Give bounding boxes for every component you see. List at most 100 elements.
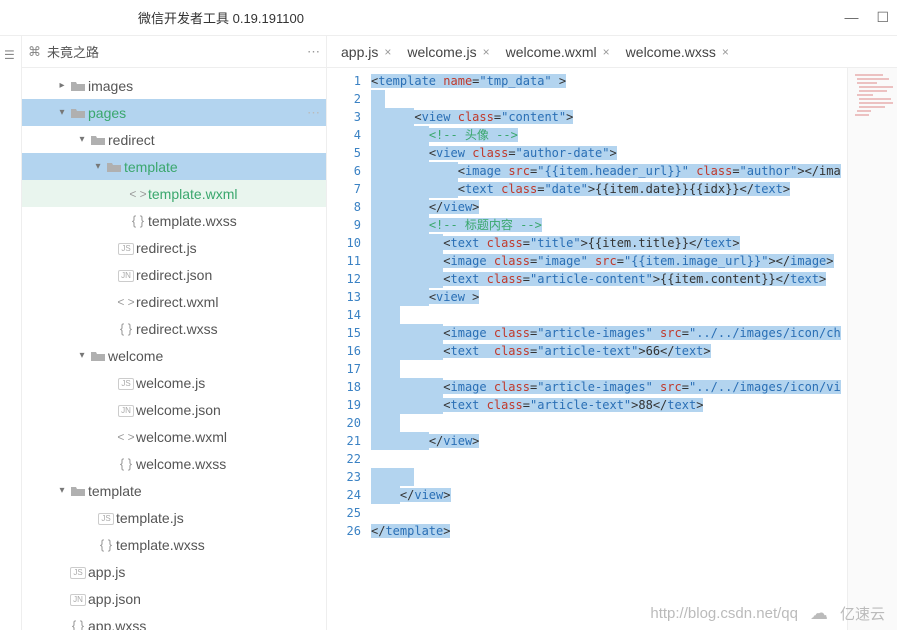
code-line[interactable]: <image class="image" src="{{item.image_u… — [371, 252, 847, 270]
code-line[interactable] — [371, 306, 847, 324]
code-line[interactable]: <text class="date">{{item.date}}{{idx}}<… — [371, 180, 847, 198]
code-line[interactable]: <text class="article-text">88</text> — [371, 396, 847, 414]
explorer-icon: ⌘ — [28, 44, 41, 60]
line-number: 7 — [327, 180, 361, 198]
code-line[interactable] — [371, 360, 847, 378]
tab-welcome-wxss[interactable]: welcome.wxss× — [618, 36, 737, 68]
chevron-icon: ▾ — [92, 161, 104, 172]
file-name: template.js — [116, 510, 184, 526]
line-number: 8 — [327, 198, 361, 216]
code-line[interactable]: <image class="article-images" src="../..… — [371, 324, 847, 342]
tab-welcome-js[interactable]: welcome.js× — [399, 36, 497, 68]
code-line[interactable]: <view > — [371, 288, 847, 306]
editor-area: app.js×welcome.js×welcome.wxml×welcome.w… — [327, 36, 897, 630]
tree-item-redirect-wxss[interactable]: { }redirect.wxss — [22, 315, 326, 342]
tree-item-app-json[interactable]: JNapp.json — [22, 585, 326, 612]
file-name: template — [88, 483, 142, 499]
code-line[interactable]: </template> — [371, 522, 847, 540]
app-title: 微信开发者工具 0.19.191100 — [138, 8, 304, 27]
code-line[interactable]: <image class="article-images" src="../..… — [371, 378, 847, 396]
explorer-gutter-icon[interactable]: ☰ — [4, 48, 17, 62]
file-tree[interactable]: ▸images▾pages⋯▾redirect▾template< >templ… — [22, 68, 326, 630]
file-icon: < > — [116, 430, 136, 444]
close-icon[interactable]: × — [384, 45, 391, 59]
code-editor[interactable]: 1234567891011121314151617181920212223242… — [327, 68, 897, 630]
tree-item-welcome-js[interactable]: JSwelcome.js — [22, 369, 326, 396]
file-name: welcome.json — [136, 402, 221, 418]
file-icon: { } — [128, 213, 148, 228]
code-line[interactable] — [371, 414, 847, 432]
line-number: 5 — [327, 144, 361, 162]
code-line[interactable] — [371, 450, 847, 468]
tree-item-pages[interactable]: ▾pages⋯ — [22, 99, 326, 126]
sidebar-header[interactable]: ⌘ 未竟之路 ⋯ — [22, 36, 326, 68]
tree-item-welcome-wxss[interactable]: { }welcome.wxss — [22, 450, 326, 477]
line-number: 15 — [327, 324, 361, 342]
file-icon: JS — [96, 510, 116, 525]
sidebar-more-icon[interactable]: ⋯ — [307, 44, 320, 60]
tree-item-redirect-json[interactable]: JNredirect.json — [22, 261, 326, 288]
tree-item-redirect-wxml[interactable]: < >redirect.wxml — [22, 288, 326, 315]
minimap[interactable] — [847, 68, 897, 630]
watermark: http://blog.csdn.net/qq ☁ 亿速云 — [650, 603, 885, 624]
code-line[interactable] — [371, 90, 847, 108]
code-line[interactable]: <template name="tmp_data" > — [371, 72, 847, 90]
file-icon: < > — [128, 187, 148, 201]
code-line[interactable]: </view> — [371, 432, 847, 450]
code-line[interactable]: </view> — [371, 198, 847, 216]
code-line[interactable]: <!-- 标题内容 --> — [371, 216, 847, 234]
maximize-icon[interactable]: ☐ — [876, 9, 889, 26]
tab-app-js[interactable]: app.js× — [333, 36, 399, 68]
file-icon: { } — [116, 456, 136, 471]
tree-item-template-wxml[interactable]: < >template.wxml — [22, 180, 326, 207]
file-name: welcome.wxss — [136, 456, 226, 472]
watermark-url: http://blog.csdn.net/qq — [650, 605, 798, 622]
code-line[interactable]: <text class="article-text">66</text> — [371, 342, 847, 360]
tab-welcome-wxml[interactable]: welcome.wxml× — [498, 36, 618, 68]
minimap-preview — [853, 72, 895, 132]
close-icon[interactable]: × — [483, 45, 490, 59]
tree-item-template[interactable]: ▾template — [22, 153, 326, 180]
tree-item-template[interactable]: ▾template — [22, 477, 326, 504]
line-number: 10 — [327, 234, 361, 252]
line-number: 13 — [327, 288, 361, 306]
tree-item-welcome[interactable]: ▾ welcome — [22, 342, 326, 369]
line-number: 11 — [327, 252, 361, 270]
close-icon[interactable]: × — [722, 45, 729, 59]
code-line[interactable]: <view class="author-date"> — [371, 144, 847, 162]
row-more-icon[interactable]: ⋯ — [307, 105, 320, 121]
line-number: 21 — [327, 432, 361, 450]
tree-item-welcome-json[interactable]: JNwelcome.json — [22, 396, 326, 423]
code-line[interactable] — [371, 468, 847, 486]
file-name: app.wxss — [88, 618, 146, 630]
code-line[interactable]: <text class="title">{{item.title}}</text… — [371, 234, 847, 252]
tree-item-redirect[interactable]: ▾redirect — [22, 126, 326, 153]
file-icon — [68, 484, 88, 498]
code-line[interactable]: <view class="content"> — [371, 108, 847, 126]
minimize-icon[interactable]: — — [844, 9, 858, 26]
file-name: pages — [88, 105, 126, 121]
file-icon: JN — [116, 267, 136, 282]
file-name: redirect.wxml — [136, 294, 218, 310]
tree-item-redirect-js[interactable]: JSredirect.js — [22, 234, 326, 261]
line-number: 14 — [327, 306, 361, 324]
code-line[interactable] — [371, 504, 847, 522]
file-icon — [88, 349, 108, 363]
tree-item-template-wxss[interactable]: { }template.wxss — [22, 531, 326, 558]
tree-item-app-js[interactable]: JSapp.js — [22, 558, 326, 585]
tree-item-template-wxss[interactable]: { }template.wxss — [22, 207, 326, 234]
file-icon — [68, 79, 88, 93]
code-content[interactable]: <template name="tmp_data" > <view class=… — [371, 68, 847, 630]
tree-item-welcome-wxml[interactable]: < >welcome.wxml — [22, 423, 326, 450]
code-line[interactable]: <image src="{{item.header_url}}" class="… — [371, 162, 847, 180]
close-icon[interactable]: × — [603, 45, 610, 59]
code-line[interactable]: </view> — [371, 486, 847, 504]
tree-item-images[interactable]: ▸images — [22, 72, 326, 99]
tree-item-template-js[interactable]: JStemplate.js — [22, 504, 326, 531]
editor-tabs: app.js×welcome.js×welcome.wxml×welcome.w… — [327, 36, 897, 68]
chevron-icon: ▾ — [76, 350, 88, 361]
code-line[interactable]: <!-- 头像 --> — [371, 126, 847, 144]
file-name: welcome — [108, 348, 163, 364]
tree-item-app-wxss[interactable]: { }app.wxss — [22, 612, 326, 630]
code-line[interactable]: <text class="article-content">{{item.con… — [371, 270, 847, 288]
